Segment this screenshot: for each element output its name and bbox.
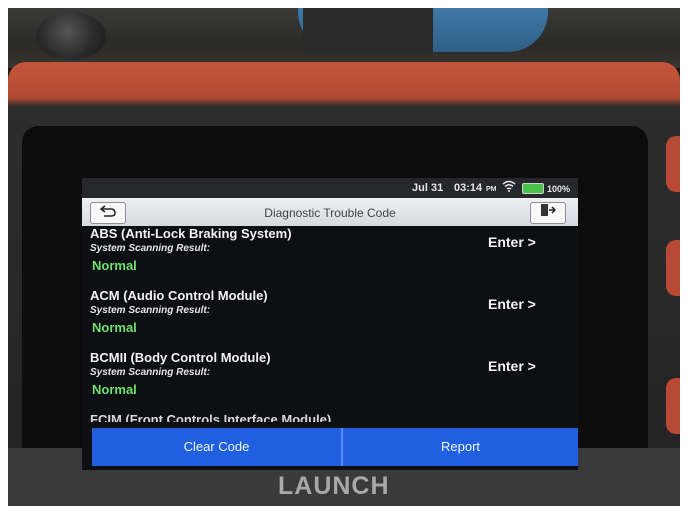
enter-button[interactable]: Enter > bbox=[488, 234, 536, 250]
status-date: Jul 31 bbox=[412, 182, 444, 194]
module-list[interactable]: ABS (Anti-Lock Braking System) System Sc… bbox=[82, 226, 578, 428]
report-button[interactable]: Report bbox=[343, 428, 578, 466]
battery-percent: 100% bbox=[547, 184, 571, 194]
module-name: ABS (Anti-Lock Braking System) bbox=[90, 226, 292, 241]
module-scan-result: Normal bbox=[92, 382, 137, 397]
title-bar: Diagnostic Trouble Code bbox=[82, 198, 578, 226]
background-dark-object bbox=[303, 8, 433, 52]
status-ampm: PM bbox=[486, 186, 497, 193]
module-scan-label: System Scanning Result: bbox=[90, 243, 211, 254]
list-item[interactable]: ABS (Anti-Lock Braking System) System Sc… bbox=[82, 226, 578, 286]
exit-button[interactable] bbox=[530, 202, 566, 224]
module-name: ACM (Audio Control Module) bbox=[90, 288, 268, 303]
device-screen: Jul 31 03:14 PM 100% Diagnostic Trouble … bbox=[82, 178, 578, 470]
module-scan-label: System Scanning Result: bbox=[90, 305, 211, 316]
battery-icon bbox=[522, 183, 544, 194]
device-logo: LAUNCH bbox=[278, 472, 390, 500]
enter-button[interactable]: Enter > bbox=[488, 358, 536, 374]
status-bar: Jul 31 03:14 PM 100% bbox=[82, 178, 578, 198]
clear-code-button[interactable]: Clear Code bbox=[92, 428, 341, 466]
background-knob bbox=[36, 12, 106, 60]
exit-icon bbox=[540, 204, 557, 220]
module-scan-result: Normal bbox=[92, 320, 137, 335]
photo-background: Jul 31 03:14 PM 100% Diagnostic Trouble … bbox=[8, 8, 680, 506]
status-time: 03:14 bbox=[454, 182, 483, 194]
side-button bbox=[666, 136, 680, 192]
bottom-action-bar: Clear Code Report bbox=[92, 428, 578, 466]
page-title: Diagnostic Trouble Code bbox=[264, 206, 396, 220]
enter-button[interactable]: Enter > bbox=[488, 296, 536, 312]
list-item[interactable]: ACM (Audio Control Module) System Scanni… bbox=[82, 288, 578, 348]
side-button bbox=[666, 240, 680, 296]
side-button bbox=[666, 378, 680, 434]
list-item[interactable]: BCMII (Body Control Module) System Scann… bbox=[82, 350, 578, 410]
module-name: BCMII (Body Control Module) bbox=[90, 350, 271, 365]
wifi-icon bbox=[502, 180, 516, 195]
module-name-partial[interactable]: FCIM (Front Controls Interface Module) bbox=[90, 412, 331, 422]
module-scan-result: Normal bbox=[92, 258, 137, 273]
module-scan-label: System Scanning Result: bbox=[90, 367, 211, 378]
